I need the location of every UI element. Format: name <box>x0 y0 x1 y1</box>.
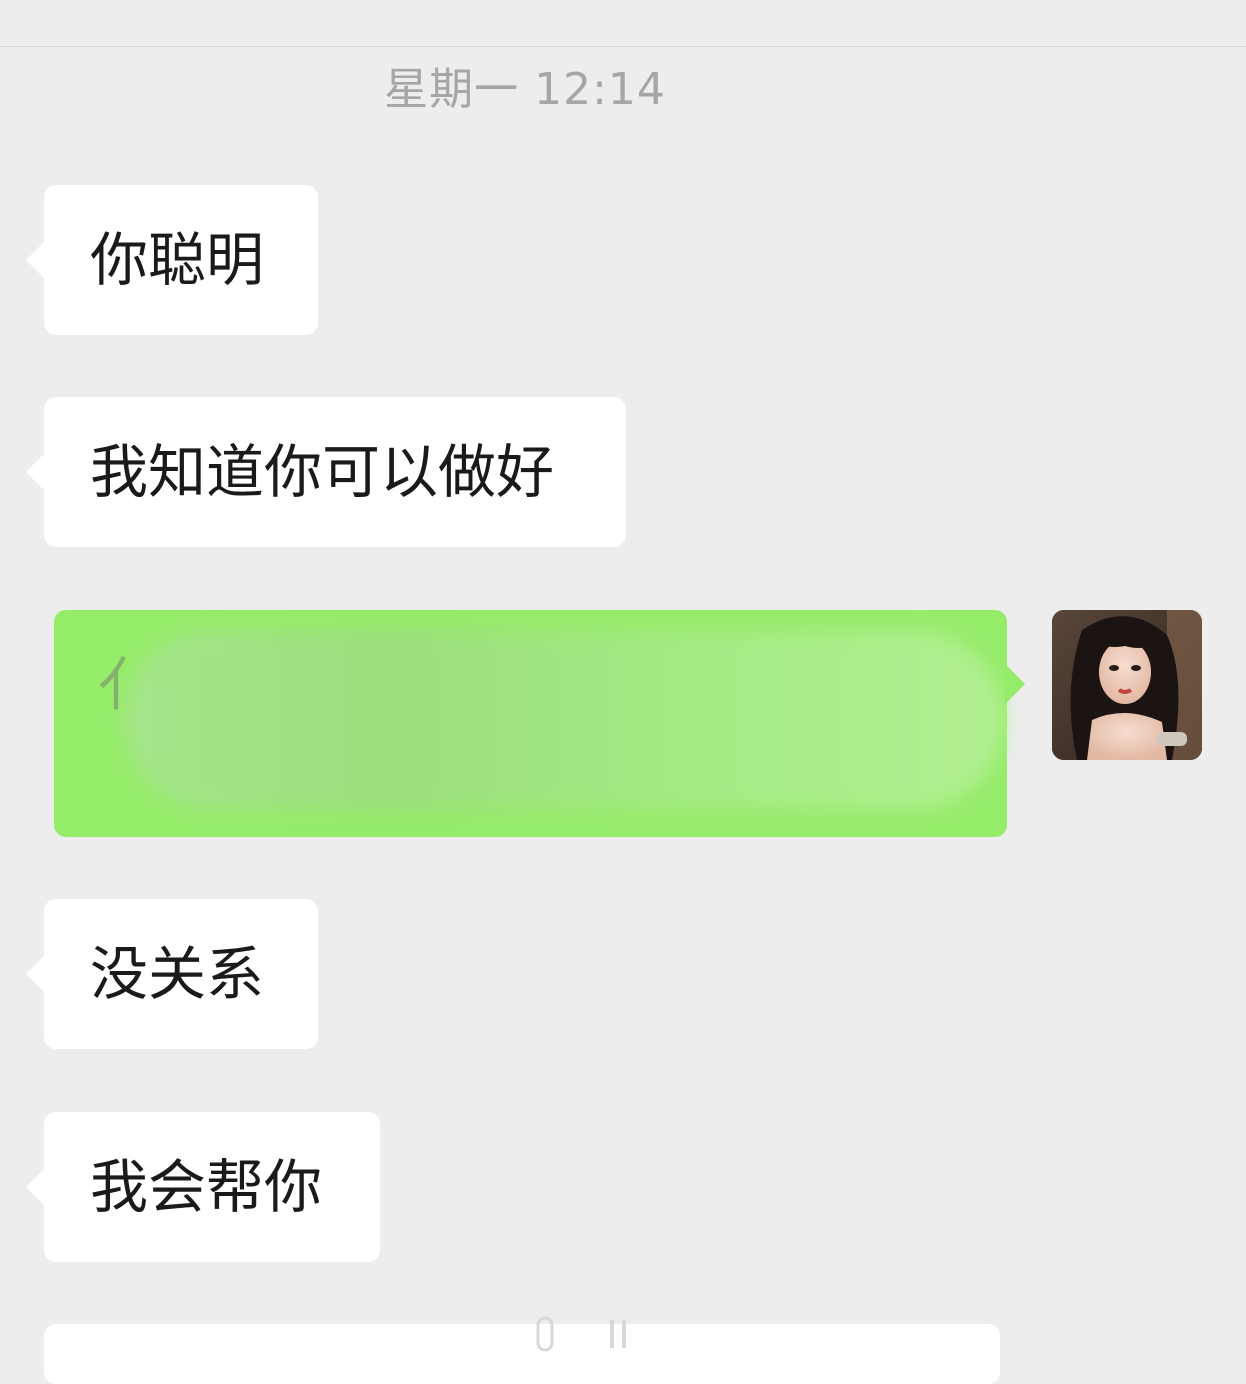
message-bubble-incoming[interactable]: 我知道你可以做好 <box>26 397 626 547</box>
message-text: 我知道你可以做好 <box>90 438 555 506</box>
message-text: 我会帮你 <box>90 1153 323 1221</box>
message-bubble-incoming[interactable]: 没关系 <box>26 899 318 1049</box>
top-bar <box>0 0 1246 47</box>
message-bubble-partial[interactable] <box>44 1324 1000 1384</box>
user-avatar[interactable] <box>1052 610 1202 760</box>
scroll-indicator-icon <box>536 1316 626 1352</box>
blur-redaction <box>124 630 1004 810</box>
avatar-photo-icon <box>1052 610 1202 760</box>
message-text: 没关系 <box>90 940 265 1008</box>
blurred-text-fragment: 亻 <box>98 651 157 719</box>
message-bubble-incoming[interactable]: 你聪明 <box>26 185 318 335</box>
message-bubble-incoming[interactable]: 我会帮你 <box>26 1112 380 1262</box>
message-bubble-outgoing-blurred[interactable]: 亻 <box>54 610 1025 837</box>
message-timestamp: 星期一 12:14 <box>384 64 666 115</box>
message-text: 你聪明 <box>90 226 265 294</box>
